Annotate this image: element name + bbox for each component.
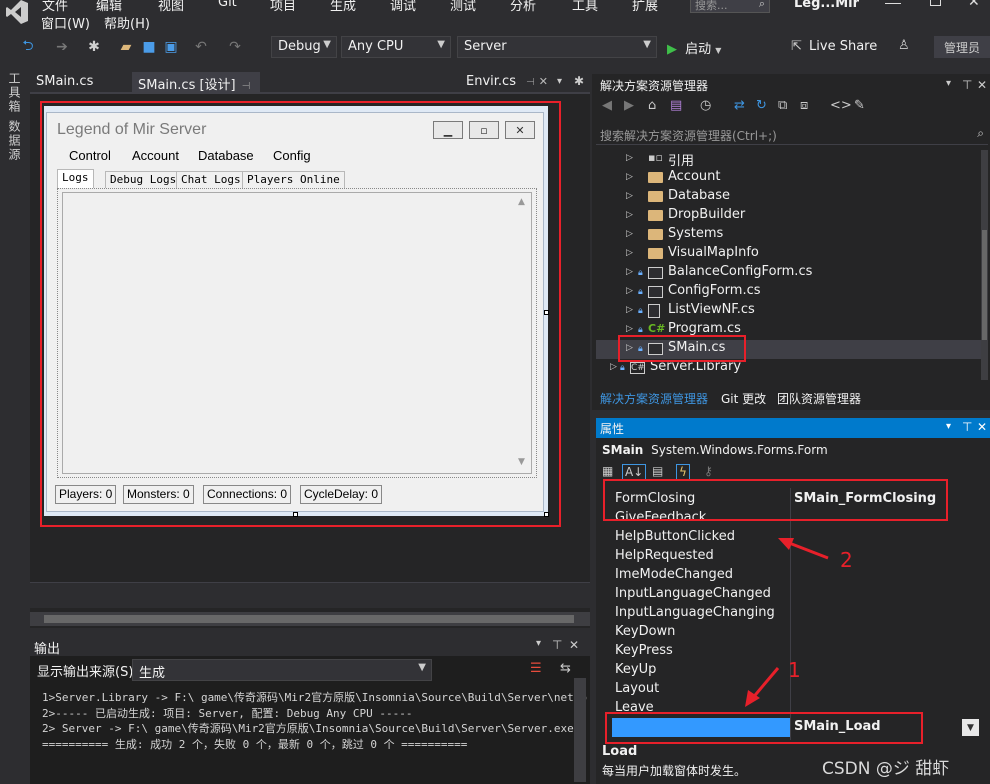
watermark: CSDN @ジ 甜虾	[822, 759, 950, 779]
annotation-label-2: 2	[840, 548, 853, 572]
arrow-2-icon	[778, 538, 829, 560]
annotation-arrows	[745, 538, 829, 707]
annotation-label-1: 1	[788, 658, 801, 682]
arrow-1-icon	[745, 667, 780, 707]
